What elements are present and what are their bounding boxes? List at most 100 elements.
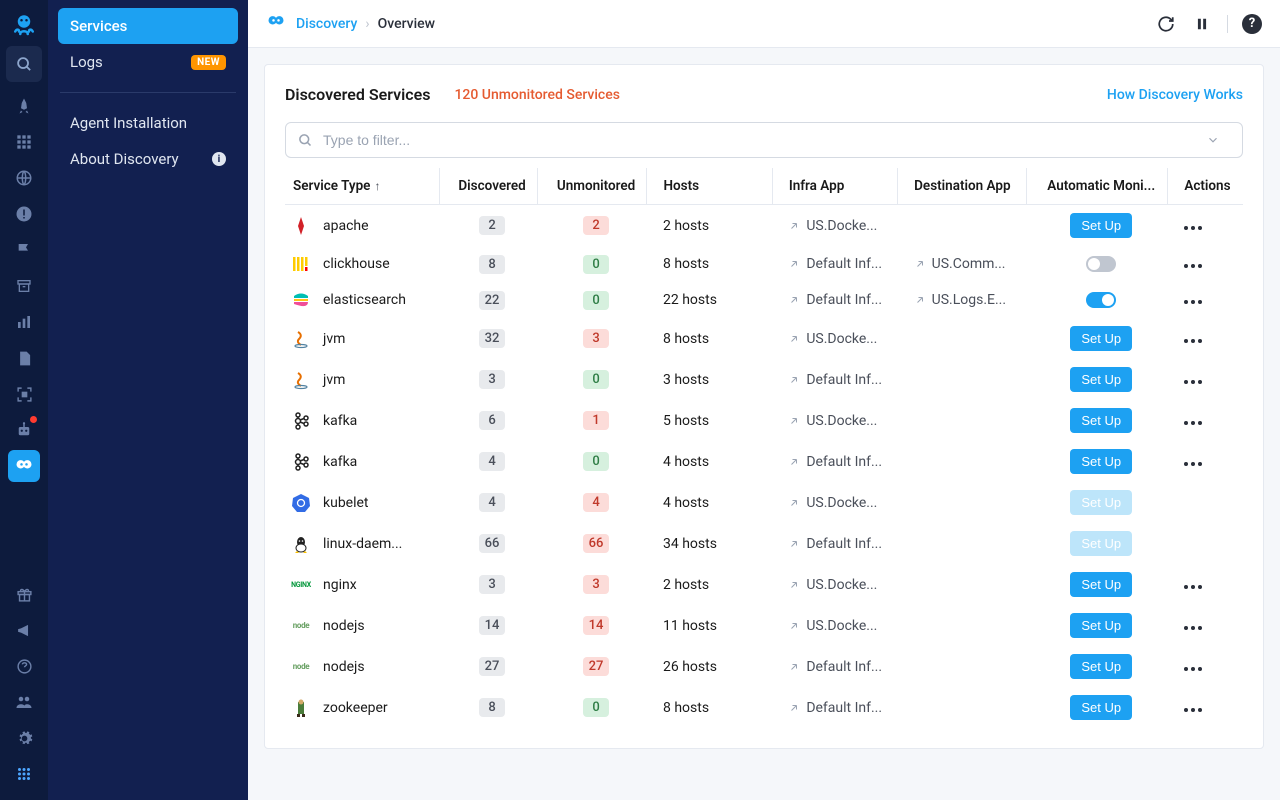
col-discovered[interactable]: Discovered — [439, 168, 537, 205]
infra-app-link[interactable]: Default Inf... — [788, 256, 889, 272]
setup-button[interactable]: Set Up — [1070, 408, 1132, 433]
setup-button[interactable]: Set Up — [1070, 654, 1132, 679]
pause-icon[interactable] — [1191, 13, 1213, 35]
discovery-icon[interactable] — [8, 450, 40, 482]
service-cell[interactable]: nodenodejs — [291, 657, 431, 677]
infra-app-link[interactable]: US.Docke... — [788, 413, 889, 429]
app-grid-icon[interactable] — [8, 758, 40, 790]
infra-app-link[interactable]: US.Docke... — [788, 331, 889, 347]
col-unmonitored[interactable]: Unmonitored — [537, 168, 647, 205]
col-hosts[interactable]: Hosts — [647, 168, 772, 205]
nav-label: Services — [70, 17, 127, 35]
row-actions-menu[interactable] — [1184, 585, 1202, 589]
alert-icon[interactable] — [8, 198, 40, 230]
service-cell[interactable]: kafka — [291, 452, 431, 472]
row-actions-menu[interactable] — [1184, 380, 1202, 384]
external-link-icon — [914, 258, 926, 270]
gear-icon[interactable] — [8, 722, 40, 754]
auto-monitoring-toggle[interactable] — [1086, 256, 1116, 272]
globe-icon[interactable] — [8, 162, 40, 194]
service-cell[interactable]: kubelet — [291, 493, 431, 513]
external-link-icon — [788, 579, 800, 591]
nav-services[interactable]: Services — [58, 8, 238, 44]
destination-app-link[interactable]: US.Logs.E... — [914, 292, 1019, 308]
discovered-count: 4 — [479, 493, 505, 512]
infra-app-link[interactable]: Default Inf... — [788, 372, 889, 388]
service-cell[interactable]: apache — [291, 216, 431, 236]
search-icon[interactable] — [6, 46, 42, 82]
col-actions[interactable]: Actions — [1168, 168, 1243, 205]
nav-about-discovery[interactable]: About Discovery i — [58, 141, 238, 177]
filter-box[interactable] — [285, 122, 1243, 158]
setup-button[interactable]: Set Up — [1070, 326, 1132, 351]
hosts-value: 4 hosts — [663, 454, 709, 470]
nav-logs[interactable]: Logs NEW — [58, 44, 238, 80]
file-icon[interactable] — [8, 342, 40, 374]
col-destination-app[interactable]: Destination App — [898, 168, 1027, 205]
row-actions-menu[interactable] — [1184, 421, 1202, 425]
setup-button[interactable]: Set Up — [1070, 613, 1132, 638]
grid-icon[interactable] — [8, 126, 40, 158]
archive-icon[interactable] — [8, 270, 40, 302]
robot-icon[interactable] — [8, 414, 40, 446]
row-actions-menu[interactable] — [1184, 300, 1202, 304]
unmonitored-count-link[interactable]: 120 Unmonitored Services — [454, 87, 620, 103]
setup-button[interactable]: Set Up — [1070, 572, 1132, 597]
service-cell[interactable]: elasticsearch — [291, 290, 431, 310]
megaphone-icon[interactable] — [8, 614, 40, 646]
flag-icon[interactable] — [8, 234, 40, 266]
infra-app-link[interactable]: Default Inf... — [788, 659, 889, 675]
auto-monitoring-toggle[interactable] — [1086, 292, 1116, 308]
infra-app-link[interactable]: US.Docke... — [788, 577, 889, 593]
row-actions-menu[interactable] — [1184, 626, 1202, 630]
col-auto-monitoring[interactable]: Automatic Moni... — [1027, 168, 1168, 205]
infra-app-link[interactable]: US.Docke... — [788, 495, 889, 511]
destination-app-link[interactable]: US.Comm... — [914, 256, 1019, 272]
selection-icon[interactable] — [8, 378, 40, 410]
row-actions-menu[interactable] — [1184, 708, 1202, 712]
icon-rail — [0, 0, 48, 800]
row-actions-menu[interactable] — [1184, 667, 1202, 671]
people-icon[interactable] — [8, 686, 40, 718]
setup-button[interactable]: Set Up — [1070, 367, 1132, 392]
help-icon[interactable] — [8, 650, 40, 682]
how-discovery-works-link[interactable]: How Discovery Works — [1107, 87, 1243, 103]
rocket-icon[interactable] — [8, 90, 40, 122]
breadcrumb-root[interactable]: Discovery — [296, 16, 357, 32]
nav-agent-installation[interactable]: Agent Installation — [58, 105, 238, 141]
infra-app-link[interactable]: US.Docke... — [788, 618, 889, 634]
refresh-icon[interactable] — [1155, 13, 1177, 35]
service-cell[interactable]: kafka — [291, 411, 431, 431]
service-cell[interactable]: NGINXnginx — [291, 575, 431, 595]
service-cell[interactable]: zookeeper — [291, 698, 431, 718]
setup-button[interactable]: Set Up — [1070, 213, 1132, 238]
row-actions-menu[interactable] — [1184, 264, 1202, 268]
service-cell[interactable]: clickhouse — [291, 254, 431, 274]
setup-button[interactable]: Set Up — [1070, 695, 1132, 720]
product-logo[interactable] — [8, 8, 40, 40]
chart-icon[interactable] — [8, 306, 40, 338]
help-button[interactable]: ? — [1242, 14, 1262, 34]
col-infra-app[interactable]: Infra App — [772, 168, 897, 205]
nodejs-icon: node — [291, 616, 311, 636]
infra-app-link[interactable]: Default Inf... — [788, 536, 889, 552]
gift-icon[interactable] — [8, 578, 40, 610]
infra-app-link[interactable]: Default Inf... — [788, 454, 889, 470]
row-actions-menu[interactable] — [1184, 339, 1202, 343]
jvm-icon — [291, 329, 311, 349]
setup-button[interactable]: Set Up — [1070, 449, 1132, 474]
filter-input[interactable] — [323, 132, 1206, 148]
infra-app-link[interactable]: Default Inf... — [788, 700, 889, 716]
row-actions-menu[interactable] — [1184, 462, 1202, 466]
chevron-down-icon[interactable] — [1206, 133, 1220, 147]
service-cell[interactable]: jvm — [291, 329, 431, 349]
infra-app-link[interactable]: US.Docke... — [788, 218, 889, 234]
service-cell[interactable]: linux-daem... — [291, 534, 431, 554]
service-cell[interactable]: jvm — [291, 370, 431, 390]
col-service-type[interactable]: Service Type↑ — [285, 168, 439, 205]
row-actions-menu[interactable] — [1184, 226, 1202, 230]
service-cell[interactable]: nodenodejs — [291, 616, 431, 636]
infra-app-name: Default Inf... — [806, 292, 882, 308]
nav-divider — [60, 92, 236, 93]
infra-app-link[interactable]: Default Inf... — [788, 292, 889, 308]
